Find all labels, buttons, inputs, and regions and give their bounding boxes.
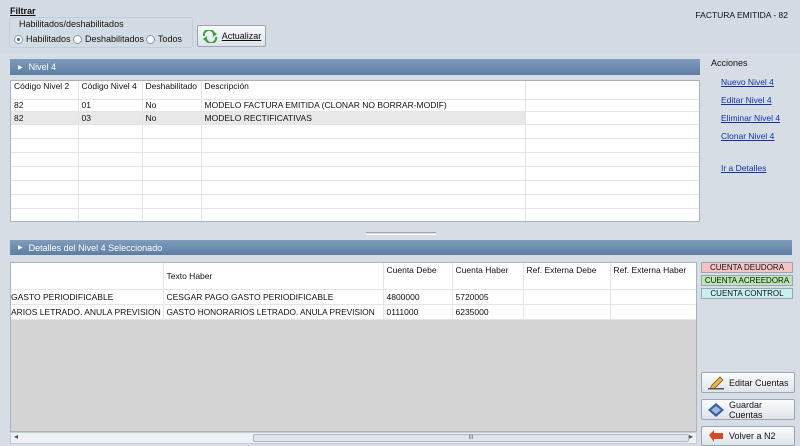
back-arrow-icon [708, 429, 724, 443]
table-cell: GASTO HONORARIOS LETRADO. ANULA PREVISIO… [163, 304, 384, 319]
empty-row [11, 124, 699, 138]
horizontal-scrollbar[interactable]: ◂ III ▸ [10, 432, 697, 444]
empty-row [11, 152, 699, 166]
update-button[interactable]: Actualizar [197, 25, 266, 47]
table-cell: No [142, 111, 202, 124]
column-header[interactable]: Cuenta Debe [383, 263, 453, 289]
details-panel-title: Detalles del Nivel 4 Seleccionado [28, 242, 163, 253]
empty-row [11, 138, 699, 152]
table-cell [523, 289, 611, 304]
details-header-row: Texto Haber Cuenta Debe Cuenta Haber Ref… [11, 263, 696, 289]
legend-cuenta-acreedora: CUENTA ACREEDORA [701, 275, 793, 286]
table-cell: ARIOS LETRADO. ANULA PREVISION [11, 304, 164, 319]
table-cell: 82 [11, 99, 79, 111]
table-cell: No [142, 99, 202, 111]
column-header[interactable]: Texto Haber [163, 263, 384, 289]
splitter-handle[interactable] [366, 232, 436, 235]
column-header[interactable]: Ref. Externa Debe [523, 263, 611, 289]
expand-arrow-icon: ▶ [18, 245, 23, 251]
table-cell [525, 99, 699, 111]
table-row[interactable]: 82 01 No MODELO FACTURA EMITIDA (CLONAR … [11, 99, 699, 111]
table-cell: 01 [78, 99, 143, 111]
save-accounts-button[interactable]: Guardar Cuentas [701, 399, 795, 420]
radio-deshabilitados[interactable]: Deshabilitados [73, 34, 144, 44]
scrollbar-grip: III [468, 435, 474, 441]
table-cell: MODELO RECTIFICATIVAS [201, 111, 526, 124]
table-cell [525, 111, 699, 124]
column-header[interactable]: Ref. Externa Haber [610, 263, 696, 289]
refresh-icon [202, 29, 217, 43]
nivel4-panel-title: Nivel 4 [28, 62, 57, 72]
table-cell: 6235000 [452, 304, 524, 319]
details-panel-header[interactable]: ▶ Detalles del Nivel 4 Seleccionado [10, 240, 792, 255]
column-header[interactable]: Código Nivel 4 [78, 81, 143, 99]
radio-label: Habilitados [26, 34, 71, 44]
table-cell [610, 304, 696, 319]
nivel4-grid: Código Nivel 2 Código Nivel 4 Deshabilit… [10, 80, 700, 222]
table-cell: 03 [78, 111, 143, 124]
column-header[interactable]: Deshabilitado [142, 81, 202, 99]
table-cell: 82 [11, 111, 79, 124]
column-header[interactable] [11, 263, 164, 289]
table-cell: CESGAR PAGO GASTO PERIODIFICABLE [163, 289, 384, 304]
clone-nivel4-link[interactable]: Clonar Nivel 4 [721, 131, 774, 141]
save-accounts-label: Guardar Cuentas [729, 399, 763, 420]
column-header [525, 81, 699, 99]
column-header[interactable]: Código Nivel 2 [11, 81, 79, 99]
back-to-n2-label: Volver a N2 [729, 431, 776, 441]
table-cell: 4800000 [383, 289, 453, 304]
table-cell [610, 289, 696, 304]
empty-row [11, 194, 699, 208]
edit-accounts-label: Editar Cuentas [729, 377, 789, 388]
radio-habilitados[interactable]: Habilitados [14, 34, 71, 44]
filter-title: Filtrar [10, 6, 36, 16]
table-cell: 5720005 [452, 289, 524, 304]
table-cell: 0111000 [383, 304, 453, 319]
actions-title: Acciones [711, 58, 748, 68]
update-button-label: Actualizar [221, 31, 262, 41]
table-cell: GASTO PERIODIFICABLE [11, 289, 164, 304]
table-row[interactable]: GASTO PERIODIFICABLE CESGAR PAGO GASTO P… [11, 289, 696, 304]
table-cell [523, 304, 611, 319]
delete-nivel4-link[interactable]: Eliminar Nivel 4 [721, 113, 780, 123]
radio-label: Deshabilitados [85, 34, 145, 44]
column-header[interactable]: Cuenta Haber [452, 263, 524, 289]
page-heading: FACTURA EMITIDA - 82 [695, 10, 788, 20]
expand-arrow-icon: ▶ [18, 64, 23, 71]
table-row[interactable]: ARIOS LETRADO. ANULA PREVISION GASTO HON… [11, 304, 696, 319]
table-row-selected[interactable]: 82 03 No MODELO RECTIFICATIVAS [11, 111, 699, 124]
radio-selected-icon [14, 34, 23, 44]
radio-icon [73, 34, 82, 44]
table-cell: MODELO FACTURA EMITIDA (CLONAR NO BORRAR… [201, 99, 526, 111]
go-to-details-link[interactable]: Ir a Detalles [721, 163, 766, 173]
column-header[interactable]: Descripción [201, 81, 526, 99]
legend-cuenta-deudora: CUENTA DEUDORA [701, 262, 793, 273]
scroll-right-icon[interactable]: ▸ [689, 432, 693, 441]
scrollbar-thumb[interactable]: III [253, 434, 689, 442]
radio-todos[interactable]: Todos [146, 34, 182, 44]
pencil-icon [708, 375, 724, 390]
new-nivel4-link[interactable]: Nuevo Nivel 4 [721, 77, 774, 87]
scroll-left-icon[interactable]: ◂ [14, 432, 18, 441]
edit-nivel4-link[interactable]: Editar Nivel 4 [721, 95, 772, 105]
empty-row [11, 208, 699, 221]
save-icon [708, 402, 724, 417]
empty-row [11, 166, 699, 180]
radio-label: Todos [158, 34, 183, 44]
nivel4-panel-header[interactable]: ▶ Nivel 4 [10, 59, 700, 75]
legend-cuenta-control: CUENTA CONTROL [701, 288, 793, 299]
empty-row [11, 180, 699, 194]
nivel4-header-row: Código Nivel 2 Código Nivel 4 Deshabilit… [11, 81, 699, 99]
edit-accounts-button[interactable]: Editar Cuentas [701, 372, 795, 393]
details-grid: Texto Haber Cuenta Debe Cuenta Haber Ref… [10, 262, 697, 432]
back-to-n2-button[interactable]: Volver a N2 [701, 426, 795, 446]
radio-icon [146, 34, 155, 44]
filter-group-label: Habilitados/deshabilitados [17, 19, 126, 29]
